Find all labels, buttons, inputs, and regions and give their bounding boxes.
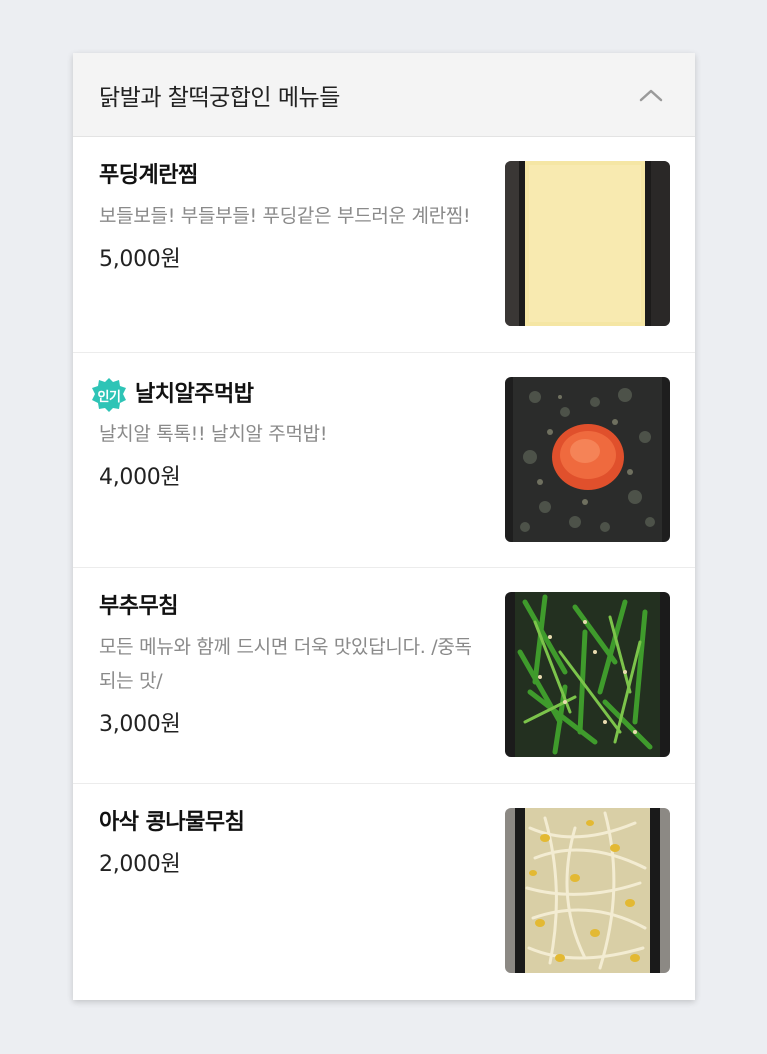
menu-item[interactable]: 아삭 콩나물무침 2,000원 xyxy=(73,784,695,1000)
menu-item-name: 날치알주먹밥 xyxy=(135,382,254,407)
menu-item-price: 2,000원 xyxy=(99,852,181,877)
badge-label: 인기 xyxy=(97,389,121,405)
menu-item-price: 4,000원 xyxy=(99,465,181,490)
section-title: 닭발과 찰떡궁합인 메뉴들 xyxy=(99,84,340,111)
menu-item[interactable]: 부추무침 모든 메뉴와 함께 드시면 더욱 맛있답니다. /중독되는 맛/ 3,… xyxy=(73,568,695,784)
menu-item-name: 부추무침 xyxy=(99,594,178,619)
menu-item[interactable]: 푸딩계란찜 보들보들! 부들부들! 푸딩같은 부드러운 계란찜! 5,000원 xyxy=(73,137,695,353)
menu-item-name: 푸딩계란찜 xyxy=(99,163,198,188)
menu-item-image-steamed-egg xyxy=(505,161,670,326)
menu-item-name: 아삭 콩나물무침 xyxy=(99,810,245,835)
menu-item-text: 부추무침 모든 메뉴와 함께 드시면 더욱 맛있답니다. /중독되는 맛/ 3,… xyxy=(99,592,479,740)
menu-item-text: 푸딩계란찜 보들보들! 부들부들! 푸딩같은 부드러운 계란찜! 5,000원 xyxy=(99,161,479,275)
menu-item-description: 모든 메뉴와 함께 드시면 더욱 맛있답니다. /중독되는 맛/ xyxy=(99,636,472,692)
menu-item-price: 3,000원 xyxy=(99,712,181,737)
menu-item-title-row: 인기 날치알주먹밥 xyxy=(92,377,479,413)
section-header[interactable]: 닭발과 찰떡궁합인 메뉴들 xyxy=(73,53,695,137)
menu-item-image-chive-salad xyxy=(505,592,670,757)
menu-item-image-roe-rice-ball xyxy=(505,377,670,542)
menu-section-card: 닭발과 찰떡궁합인 메뉴들 푸딩계란찜 보들보들! 부들부들! 푸딩같은 부드러… xyxy=(73,53,695,1000)
popular-badge: 인기 xyxy=(91,377,127,413)
menu-item-description: 보들보들! 부들부들! 푸딩같은 부드러운 계란찜! xyxy=(99,205,471,227)
menu-item-price: 5,000원 xyxy=(99,247,181,272)
menu-item[interactable]: 인기 날치알주먹밥 날치알 톡톡!! 날치알 주먹밥! 4,000원 xyxy=(73,353,695,568)
menu-item-description: 날치알 톡톡!! 날치알 주먹밥! xyxy=(99,423,328,445)
menu-item-image-bean-sprouts xyxy=(505,808,670,973)
menu-item-text: 인기 날치알주먹밥 날치알 톡톡!! 날치알 주먹밥! 4,000원 xyxy=(92,377,479,493)
chevron-up-icon[interactable] xyxy=(637,81,665,109)
menu-item-text: 아삭 콩나물무침 2,000원 xyxy=(99,808,479,880)
